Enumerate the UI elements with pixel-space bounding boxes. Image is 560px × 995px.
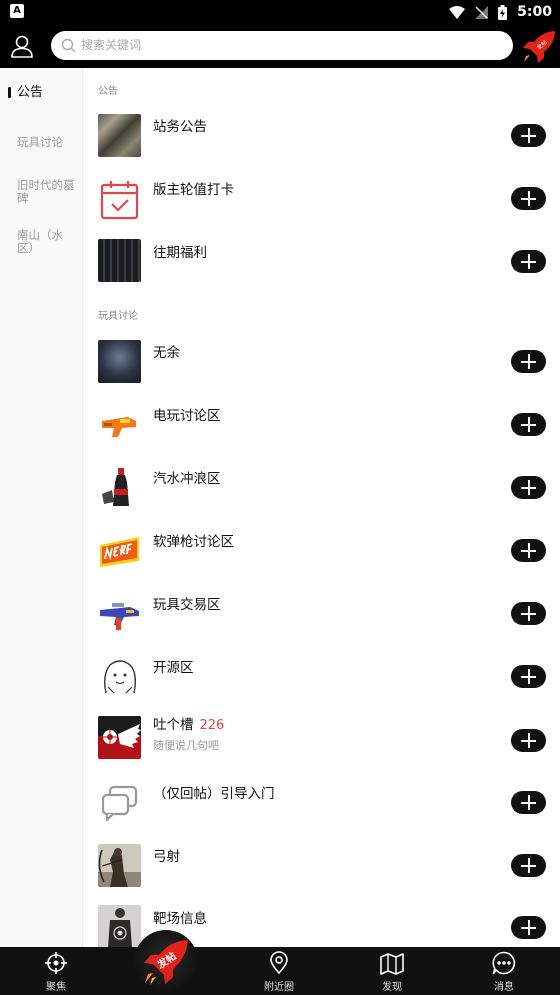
nerf-logo [98,529,141,572]
forum-name: （仅回帖）引导入门 [153,786,275,802]
tab-label: 发现 [382,982,402,993]
dark-shelf-thumbnail [98,239,141,282]
winged-target-logo [98,716,141,759]
wifi-icon [449,5,466,19]
post-count-badge: 226 [199,718,225,733]
follow-add-button[interactable] [511,413,546,436]
list-item[interactable]: 开源区 [84,649,560,711]
soda-bottle-thumbnail [98,466,141,509]
sidebar-item-nanshan[interactable]: 南山（水区） [17,229,77,255]
forum-name: 电玩讨论区 [153,408,221,424]
search-placeholder: 搜索关键词 [81,38,142,52]
follow-add-button[interactable] [511,602,546,625]
forum-name: 版主轮值打卡 [153,182,234,198]
sidebar-item-announcements[interactable]: 公告 [17,86,77,99]
crosshair-icon [45,952,67,974]
forum-list: 公告 站务公告 版主轮值打卡 往期福利 玩具讨论 无余 电玩讨论区 汽水冲浪区 … [84,68,560,948]
forum-subtitle: 随便说几句吧 [153,739,219,752]
follow-add-button[interactable] [511,476,546,499]
tab-focus[interactable]: 聚焦 [16,947,96,995]
message-icon [492,951,516,975]
category-sidebar: 公告 玩具讨论 旧时代的墓碑 南山（水区） [0,68,83,947]
follow-add-button[interactable] [511,250,546,273]
forum-name: 开源区 [153,660,194,676]
signal-off-icon [475,5,489,19]
follow-add-button[interactable] [511,854,546,877]
sidebar-item-toy-discussion[interactable]: 玩具讨论 [17,136,77,149]
list-item[interactable]: 往期福利 [84,234,560,296]
section-header-announcements: 公告 [98,86,118,97]
list-item[interactable]: 版主轮值打卡 [84,171,560,233]
tab-label: 附近圈 [264,982,294,993]
camo-thumbnail [98,114,141,157]
list-item[interactable]: 电玩讨论区 [84,397,560,459]
list-item[interactable]: 无余 [84,334,560,396]
forum-name: 往期福利 [153,245,207,261]
tab-messages[interactable]: 消息 [464,947,544,995]
user-profile-icon[interactable] [8,32,36,60]
search-input[interactable]: 搜索关键词 [51,31,513,60]
list-item[interactable]: 玩具交易区 [84,586,560,648]
location-pin-icon [270,951,288,975]
post-button[interactable]: 发帖 [134,930,198,994]
app-notification-icon: A [10,4,24,18]
list-item[interactable]: 吐个槽 226 随便说几句吧 [84,712,560,774]
status-bar: A 5:00 [0,0,560,24]
forum-name: 弓射 [153,849,180,865]
forum-name: 玩具交易区 [153,597,221,613]
orange-blaster-thumbnail [98,403,141,446]
follow-add-button[interactable] [511,187,546,210]
chat-bubbles-icon [98,781,141,824]
cartoon-sketch-thumbnail [98,655,141,698]
target-vest-thumbnail [98,905,141,948]
forum-name: 吐个槽 [153,717,194,733]
tab-nearby[interactable]: 附近圈 [239,947,319,995]
list-item[interactable]: 站务公告 [84,108,560,170]
calendar-check-icon [100,181,139,220]
follow-add-button[interactable] [511,539,546,562]
list-item[interactable]: 汽水冲浪区 [84,460,560,522]
top-app-bar: 搜索关键词 发帖 [0,24,560,68]
tab-label: 聚焦 [46,982,66,993]
list-item[interactable]: （仅回帖）引导入门 [84,775,560,837]
forum-name: 汽水冲浪区 [153,471,221,487]
forum-name: 软弹枪讨论区 [153,534,234,550]
bottom-tab-bar: 聚焦 附近圈 发现 消息 [0,947,560,995]
follow-add-button[interactable] [511,350,546,373]
armored-figure-thumbnail [98,340,141,383]
tab-discover[interactable]: 发现 [352,947,432,995]
search-icon [61,38,76,53]
clock: 5:00 [517,4,552,20]
active-indicator [8,87,11,98]
blue-blaster-thumbnail [98,592,141,635]
follow-add-button[interactable] [511,916,546,939]
list-item[interactable]: 软弹枪讨论区 [84,523,560,585]
archer-thumbnail [98,844,141,887]
follow-add-button[interactable] [511,665,546,688]
sidebar-item-old-era-tombstone[interactable]: 旧时代的墓碑 [17,179,77,205]
forum-name: 站务公告 [153,119,207,135]
battery-charging-icon [498,4,508,20]
follow-add-button[interactable] [511,124,546,147]
rocket-post-button[interactable]: 发帖 [520,28,558,66]
tab-label: 消息 [494,982,514,993]
forum-title-group: 吐个槽 226 [153,717,224,734]
follow-add-button[interactable] [511,729,546,752]
list-item[interactable]: 弓射 [84,838,560,900]
section-header-toy-discussion: 玩具讨论 [98,311,138,322]
follow-add-button[interactable] [511,791,546,814]
forum-name: 靶场信息 [153,911,207,927]
map-icon [380,953,404,975]
forum-name: 无余 [153,345,180,361]
